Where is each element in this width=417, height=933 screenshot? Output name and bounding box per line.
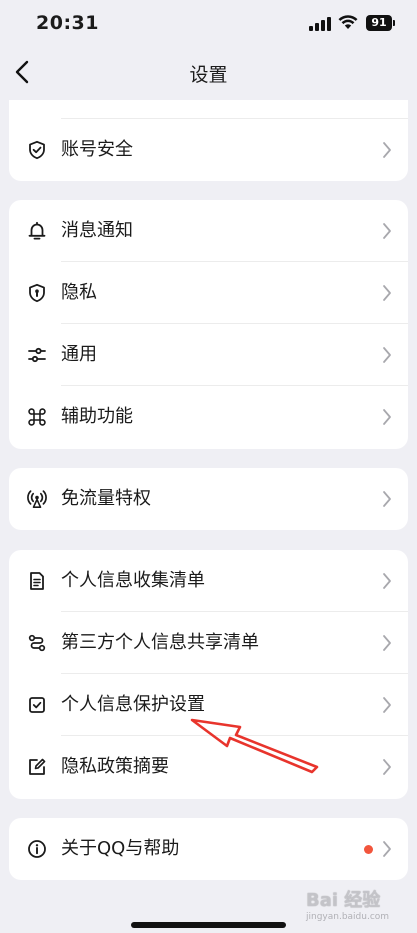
bell-icon <box>28 221 46 240</box>
signal-icon <box>309 16 331 31</box>
row-label: 免流量特权 <box>61 488 151 509</box>
settings-card-about: 关于QQ与帮助 <box>9 818 408 880</box>
chevron-right-icon <box>383 142 391 158</box>
chevron-right-icon <box>383 347 391 363</box>
checkbox-icon <box>29 697 45 713</box>
row-label: 第三方个人信息共享清单 <box>61 632 259 653</box>
row-label: 关于QQ与帮助 <box>61 838 180 859</box>
home-indicator[interactable] <box>131 922 286 928</box>
chevron-right-icon <box>383 841 391 857</box>
row-general[interactable]: 通用 <box>9 324 408 386</box>
chevron-right-icon <box>383 759 391 775</box>
row-label: 个人信息保护设置 <box>61 694 205 715</box>
nav-bar: 设置 <box>0 48 417 98</box>
row-label: 辅助功能 <box>61 406 133 427</box>
privacy-shield-icon <box>29 283 45 303</box>
notification-dot <box>364 845 373 854</box>
antenna-icon <box>27 490 47 508</box>
page-title: 设置 <box>189 64 228 86</box>
row-label: 个人信息收集清单 <box>61 570 205 591</box>
row-data-privilege[interactable]: 免流量特权 <box>9 468 408 530</box>
battery-indicator: 91 <box>366 15 395 31</box>
shield-check-icon <box>29 140 45 160</box>
sliders-icon <box>28 347 46 363</box>
chevron-right-icon <box>383 285 391 301</box>
watermark-text: Bai 经验 <box>306 890 381 911</box>
row-privacy[interactable]: 隐私 <box>9 262 408 324</box>
row-accessibility[interactable]: 辅助功能 <box>9 386 408 448</box>
chevron-right-icon <box>383 573 391 589</box>
command-icon <box>28 408 46 426</box>
chevron-right-icon <box>383 491 391 507</box>
settings-card-data: 免流量特权 <box>9 468 408 530</box>
settings-card-general: 消息通知 隐私 通用 辅助功能 <box>9 200 408 449</box>
row-label: 通用 <box>61 344 97 365</box>
row-personal-info-protection-settings[interactable]: 个人信息保护设置 <box>9 674 408 736</box>
row-account-security[interactable]: 账号安全 <box>9 119 408 181</box>
row-notifications[interactable]: 消息通知 <box>9 200 408 262</box>
chevron-right-icon <box>383 223 391 239</box>
chevron-right-icon <box>383 635 391 651</box>
status-bar: 20:31 91 <box>0 0 417 46</box>
share-icon <box>28 634 46 652</box>
row-third-party-sharing-list[interactable]: 第三方个人信息共享清单 <box>9 612 408 674</box>
document-list-icon <box>30 572 44 590</box>
row-about-qq-help[interactable]: 关于QQ与帮助 <box>9 818 408 880</box>
edit-icon <box>29 758 46 775</box>
chevron-right-icon <box>383 697 391 713</box>
row-label: 隐私 <box>61 282 97 303</box>
watermark-subtext: jingyan.baidu.com <box>306 912 390 922</box>
chevron-right-icon <box>383 409 391 425</box>
row-label: 消息通知 <box>61 220 133 241</box>
settings-card-personal-info: 个人信息收集清单 第三方个人信息共享清单 个人信息保护设置 隐私政策摘要 <box>9 550 408 799</box>
watermark-logo: Bai 经验 jingyan.baidu.com <box>300 880 412 930</box>
status-time: 20:31 <box>36 12 99 34</box>
row-label: 隐私政策摘要 <box>61 756 169 777</box>
wifi-icon <box>338 15 358 29</box>
row-info-collection-list[interactable]: 个人信息收集清单 <box>9 550 408 612</box>
settings-card-account: 账号安全 <box>9 100 408 181</box>
row-label: 账号安全 <box>61 139 133 160</box>
row-privacy-policy-summary[interactable]: 隐私政策摘要 <box>9 736 408 798</box>
info-icon <box>28 840 46 858</box>
